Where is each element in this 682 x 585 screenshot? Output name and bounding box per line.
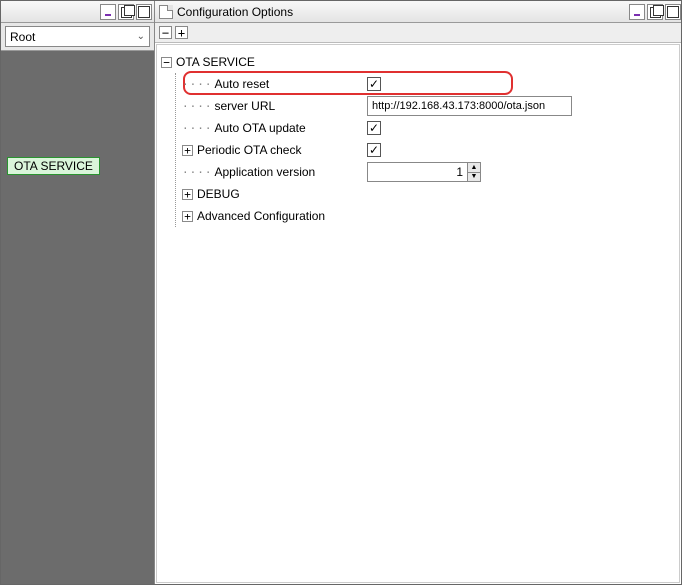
expander-plus-icon[interactable]: + [182, 211, 193, 222]
node-label: Auto OTA update [215, 121, 306, 135]
minimize-icon[interactable] [629, 4, 645, 20]
restore-icon[interactable] [665, 4, 681, 20]
periodic-ota-checkbox[interactable] [367, 143, 381, 157]
root-combo-row: Root ⌄ [1, 23, 154, 51]
expander-minus-icon[interactable]: − [161, 57, 172, 68]
tree-children: ···· Auto reset ···· server URL ···· Aut… [175, 73, 675, 227]
node-label: OTA SERVICE [176, 55, 255, 69]
auto-ota-checkbox[interactable] [367, 121, 381, 135]
root-combo[interactable]: Root ⌄ [5, 26, 150, 47]
auto-reset-checkbox[interactable] [367, 77, 381, 91]
tree-row-periodic[interactable]: + Periodic OTA check [182, 139, 675, 161]
tree-toolbar: − + [155, 23, 681, 43]
page-icon [159, 5, 173, 19]
restore-icon[interactable] [136, 4, 152, 20]
ota-service-tag[interactable]: OTA SERVICE [7, 157, 100, 175]
spin-up-button[interactable]: ▲ [468, 163, 480, 173]
panel-title: Configuration Options [177, 5, 625, 19]
collapse-all-button[interactable]: − [159, 26, 172, 39]
left-panel-body: OTA SERVICE [1, 51, 154, 584]
node-label: Auto reset [215, 77, 270, 91]
tree-row-auto-ota[interactable]: ···· Auto OTA update [182, 117, 675, 139]
maximize-icon[interactable] [118, 4, 134, 20]
tree-row-advanced[interactable]: + Advanced Configuration [182, 205, 675, 227]
tree-connector-icon: ···· [182, 122, 213, 135]
tree-connector-icon: ···· [182, 166, 213, 179]
right-panel: Configuration Options − + − OTA SERVICE [155, 1, 681, 584]
right-panel-header: Configuration Options [155, 1, 681, 23]
server-url-input[interactable] [367, 96, 572, 116]
expand-all-button[interactable]: + [175, 26, 188, 39]
app-version-input[interactable] [367, 162, 467, 182]
spin-down-button[interactable]: ▼ [468, 173, 480, 182]
tree-row-server-url[interactable]: ···· server URL [182, 95, 675, 117]
app-root: Root ⌄ OTA SERVICE Configuration Options… [0, 0, 682, 585]
expander-plus-icon[interactable]: + [182, 189, 193, 200]
chevron-down-icon: ⌄ [137, 31, 145, 42]
app-version-spinner: ▲ ▼ [367, 162, 481, 182]
tree-row-auto-reset[interactable]: ···· Auto reset [182, 73, 675, 95]
tree-row-debug[interactable]: + DEBUG [182, 183, 675, 205]
node-label: DEBUG [197, 187, 240, 201]
minimize-icon[interactable] [100, 4, 116, 20]
tree-row[interactable]: − OTA SERVICE [161, 51, 675, 73]
node-label: Application version [215, 165, 316, 179]
node-label: Periodic OTA check [197, 143, 301, 157]
node-label: server URL [215, 99, 276, 113]
tree-row-app-version[interactable]: ···· Application version ▲ ▼ [182, 161, 675, 183]
tree-connector-icon: ···· [182, 100, 213, 113]
node-label: Advanced Configuration [197, 209, 325, 223]
left-panel-header [1, 1, 154, 23]
tree-connector-icon: ···· [182, 78, 213, 91]
left-panel: Root ⌄ OTA SERVICE [1, 1, 155, 584]
spinner-buttons: ▲ ▼ [467, 162, 481, 182]
tree-root-node: − OTA SERVICE ···· Auto reset ···· serve… [161, 51, 675, 227]
expander-plus-icon[interactable]: + [182, 145, 193, 156]
config-tree: − OTA SERVICE ···· Auto reset ···· serve… [156, 44, 680, 583]
maximize-icon[interactable] [647, 4, 663, 20]
root-combo-value: Root [10, 30, 35, 44]
